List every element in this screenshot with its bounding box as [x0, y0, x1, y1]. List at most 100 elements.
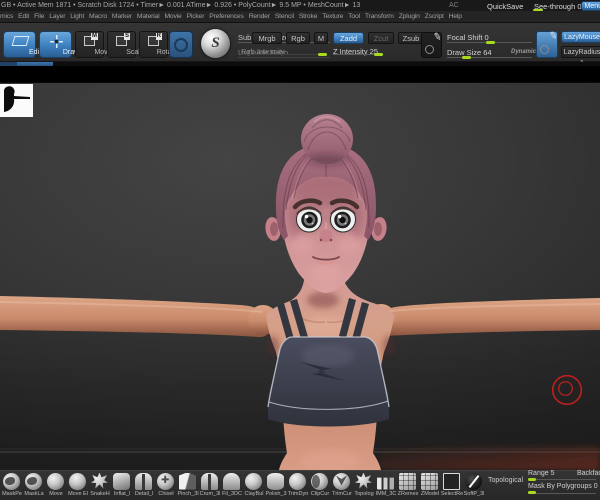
menu-item-layer[interactable]: Layer	[49, 13, 65, 20]
brush-thumb-label: MaskPe	[2, 490, 22, 497]
spiky-brush-icon	[355, 472, 372, 489]
menu-item-picker[interactable]: Picker	[187, 13, 205, 20]
brush-thumb-inflat-l[interactable]: Inflat_l	[111, 471, 133, 500]
menu-item-zplugin[interactable]: Zplugin	[399, 13, 420, 20]
z-intensity-nub[interactable]	[374, 52, 383, 56]
menu-item-macro[interactable]: Macro	[89, 13, 107, 20]
brush-thumb-detail-l[interactable]: Detail_l	[133, 471, 155, 500]
mask-by-polygroups-slider[interactable]: Mask By Polygroups 0	[528, 483, 598, 490]
rotate-button[interactable]: R Rotate	[139, 31, 177, 58]
brush-thumb-selectre[interactable]: SelectRe	[441, 471, 463, 500]
brush-thumb-label: Detail_l	[134, 490, 154, 497]
brush-thumb-snakeh[interactable]: SnakeH	[89, 471, 111, 500]
z-intensity-track[interactable]	[333, 54, 374, 55]
menu-item-light[interactable]: Light	[70, 13, 84, 20]
menu-bar: mics Edit File Layer Light Macro Marker Materia…	[0, 11, 600, 23]
menu-item-stencil[interactable]: Stencil	[275, 13, 294, 20]
range-track[interactable]	[528, 479, 596, 480]
material-preview-sphere[interactable]: S	[201, 29, 230, 58]
draw-button[interactable]: Draw	[39, 31, 79, 58]
brush-thumb-claybul[interactable]: ClayBul	[243, 471, 265, 500]
brush-thumb-zmodel[interactable]: ZModel	[419, 471, 441, 500]
brush-thumb-label: SoftP_3l	[463, 490, 485, 497]
rgb-intensity-nub[interactable]	[318, 52, 327, 56]
brush-thumb-trimcur[interactable]: TrimCur	[331, 471, 353, 500]
spiky-brush-icon	[91, 472, 108, 489]
menu-item-render[interactable]: Render	[249, 13, 270, 20]
draw-size-nub[interactable]	[462, 55, 471, 59]
mask-by-polygroups-nub[interactable]	[528, 491, 536, 494]
menu-item-texture[interactable]: Texture	[322, 13, 343, 20]
brush-thumb-fil-3dc[interactable]: Fil_3DC	[221, 471, 243, 500]
menu-item-zscript[interactable]: Zscript	[425, 13, 444, 20]
brush-thumb-label: Crum_3l	[199, 490, 221, 497]
menu-item-transform[interactable]: Transform	[365, 13, 394, 20]
mrgb-button[interactable]: Mrgb	[252, 32, 282, 44]
brush-thumb-maskpe[interactable]: MaskPe	[1, 471, 23, 500]
menu-item-marker[interactable]: Marker	[112, 13, 132, 20]
brush-thumb-move[interactable]: Move	[45, 471, 67, 500]
range-nub[interactable]	[528, 477, 536, 481]
menu-item-movie[interactable]: Movie	[164, 13, 181, 20]
brush-thumb-move-el[interactable]: Move El	[67, 470, 89, 500]
menu-item-stroke[interactable]: Stroke	[299, 13, 318, 20]
status-bar: GB • Active Mem 1871 • Scratch Disk 1724…	[0, 0, 600, 11]
menu-item-help[interactable]: Help	[449, 13, 462, 20]
stroke-circle-button[interactable]	[169, 31, 193, 58]
brush-thumb-clipcur[interactable]: ClipCur	[309, 471, 331, 500]
menu-item-edit[interactable]: Edit	[18, 13, 29, 20]
brush-thumb-label: IMM_3C	[375, 490, 397, 497]
brush-thumb-pinch-3l[interactable]: Pinch_3l	[177, 471, 199, 500]
brush-thumb-zremes[interactable]: ZRemes	[397, 471, 419, 500]
brush-thumb-label: TrimDyn	[287, 490, 309, 497]
menu-item-file[interactable]: File	[34, 13, 44, 20]
brush-cursor	[551, 374, 583, 406]
lazyradius-slider[interactable]: LazyRadius 1	[561, 46, 600, 67]
scale-button[interactable]: S Scale	[107, 31, 144, 58]
ac-label: AC	[449, 2, 459, 9]
blob-brush-icon	[3, 472, 20, 490]
rgb-intensity-track[interactable]	[241, 54, 318, 55]
brush-thumb-label: ClipCur	[310, 490, 330, 497]
menu-item-mics[interactable]: mics	[0, 13, 13, 20]
quicksave-button[interactable]: QuickSave	[487, 2, 523, 11]
brush-thumb-maskla[interactable]: MaskLa	[23, 471, 45, 500]
menu-item-preferences[interactable]: Preferences	[209, 13, 244, 20]
edit-button[interactable]: Edit	[3, 31, 41, 58]
brush-thumb-chisel[interactable]: Chisel	[155, 471, 177, 500]
focal-shift-slider[interactable]: Focal Shift 0	[447, 33, 489, 42]
lazymouse-button[interactable]: LazyMouse	[561, 31, 600, 43]
menu-item-material[interactable]: Material	[137, 13, 160, 20]
mask-by-polygroups-track[interactable]	[528, 492, 596, 494]
sphere-brush-icon	[47, 472, 64, 490]
brush-thumb-label: SelectRe	[440, 490, 464, 497]
brush-thumb-topolog[interactable]: Topolog	[353, 471, 375, 500]
brush-thumb-imm-3c[interactable]: IMM_3C	[375, 471, 397, 500]
move-button[interactable]: M Move	[75, 31, 112, 58]
dynamic-label[interactable]: Dynamic	[511, 49, 536, 55]
menus-button[interactable]: Menus	[581, 1, 600, 11]
zcut-button[interactable]: Zcut	[368, 32, 394, 44]
egg-brush-icon	[67, 470, 88, 492]
brush-thumb-trimdyn[interactable]: TrimDyn	[287, 471, 309, 500]
menu-item-tool[interactable]: Tool	[348, 13, 360, 20]
book-brush-icon	[179, 472, 196, 490]
brush-thumb-crum-3l[interactable]: Crum_3l	[199, 471, 221, 500]
zadd-button[interactable]: Zadd	[333, 32, 364, 44]
draw-crosshair-icon	[50, 35, 63, 48]
brush-thumb-softp-3l[interactable]: SoftP_3l	[463, 471, 485, 500]
range-slider[interactable]: Range 5	[528, 470, 554, 477]
draw-size-track[interactable]	[447, 57, 532, 58]
arch2-brush-icon	[201, 472, 218, 490]
undivide-ratio-track[interactable]	[238, 57, 330, 58]
backface-label[interactable]: Backface	[577, 470, 600, 477]
brush-thumb-polish-3[interactable]: Polish_3	[265, 471, 287, 500]
move-icon: M	[84, 33, 98, 46]
tool-thumbnail[interactable]	[0, 84, 33, 117]
focal-shift-nub[interactable]	[486, 40, 495, 44]
rgb-button[interactable]: Rgb	[286, 32, 310, 44]
character-model[interactable]	[0, 66, 600, 470]
m-button[interactable]: M	[314, 32, 328, 44]
topological-label[interactable]: Topological	[488, 477, 523, 484]
viewport[interactable]	[0, 66, 600, 470]
